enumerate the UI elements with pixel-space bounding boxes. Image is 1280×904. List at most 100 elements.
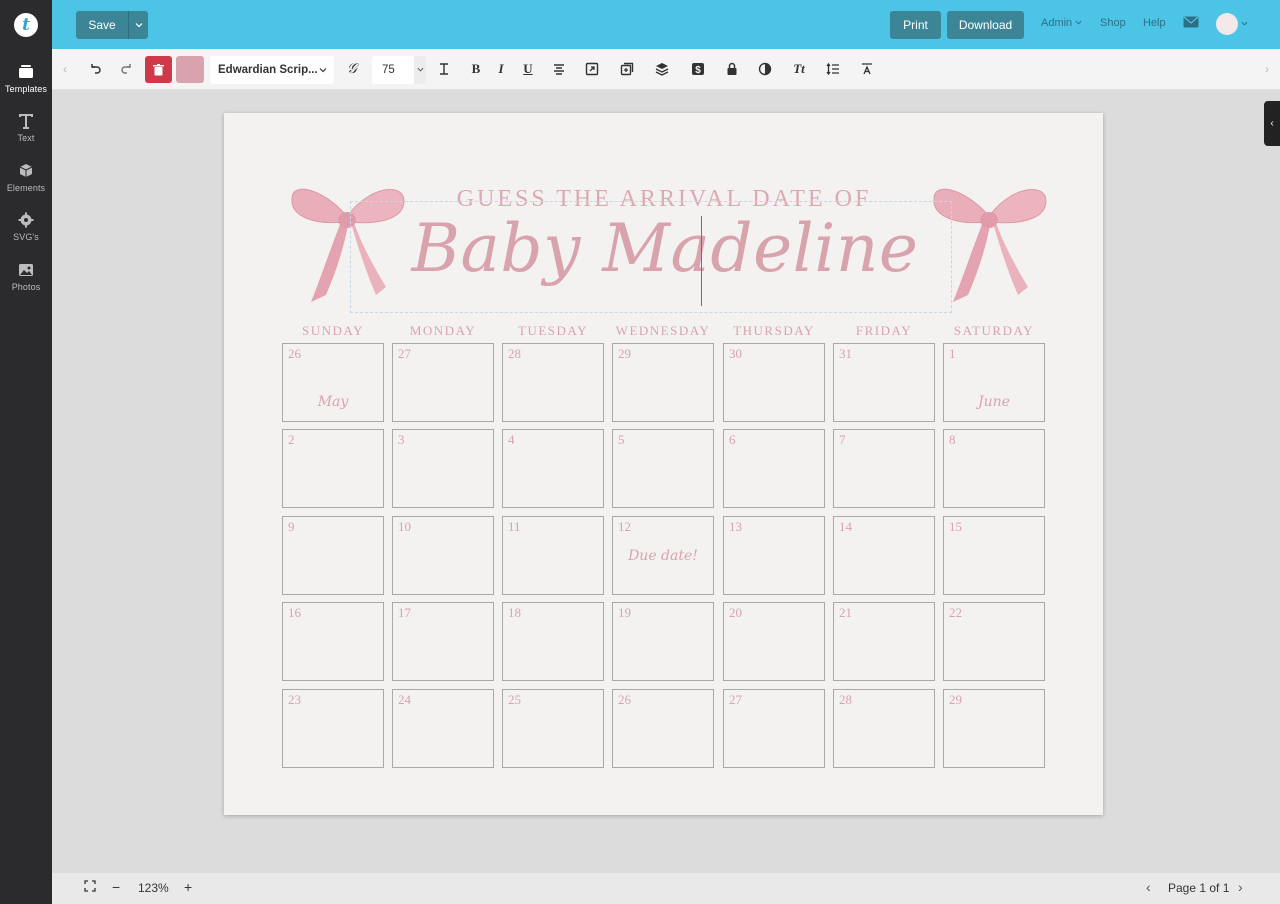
save-button[interactable]: Save (76, 11, 128, 39)
layers-icon[interactable] (653, 60, 671, 78)
sidebar-item-templates[interactable]: Templates (0, 63, 52, 107)
calendar-day-cell[interactable]: 24 (392, 689, 494, 768)
sidebar-item-label: Text (17, 133, 35, 143)
calendar-day-cell[interactable]: 11 (502, 516, 604, 595)
text-transform-button[interactable]: Tt (790, 60, 808, 78)
weekday-header: TUESDAY (518, 323, 588, 338)
redo-icon[interactable] (118, 60, 136, 78)
calendar-day-cell[interactable]: 17 (392, 602, 494, 681)
weekday-header: SATURDAY (953, 323, 1035, 338)
calendar-day-number: 29 (949, 692, 962, 707)
chevron-down-icon (1241, 21, 1248, 26)
admin-menu[interactable]: Admin (1041, 17, 1082, 29)
calendar-day-cell[interactable]: 9 (282, 516, 384, 595)
calendar-day-cell[interactable]: 30 (723, 343, 825, 422)
top-header: Save Print Download Admin Shop Help (52, 0, 1280, 49)
calendar-day-cell[interactable]: 20 (723, 602, 825, 681)
prev-page-button[interactable]: ‹ (1146, 879, 1151, 895)
calendar-day-cell[interactable]: 15 (943, 516, 1045, 595)
zoom-out-button[interactable]: − (112, 879, 120, 895)
calendar-day-cell[interactable]: 12 Due date! (612, 516, 714, 595)
calendar-day-cell[interactable]: 23 (282, 689, 384, 768)
chevron-right-icon[interactable]: › (1258, 60, 1276, 78)
duplicate-icon[interactable] (618, 60, 636, 78)
underline-button[interactable]: U (519, 60, 537, 78)
sidebar-item-photos[interactable]: Photos (0, 261, 52, 305)
font-family-select[interactable]: Edwardian Scrip... (210, 56, 334, 84)
delete-button[interactable] (145, 56, 172, 83)
calendar-day-number: 16 (288, 605, 301, 620)
calendar-day-cell[interactable]: 27 (723, 689, 825, 768)
calendar-day-number: 28 (839, 692, 852, 707)
zoom-in-button[interactable]: + (184, 879, 192, 895)
user-avatar[interactable] (1216, 13, 1248, 35)
calendar-day-cell[interactable]: 26 May (282, 343, 384, 422)
app-logo[interactable]: t (14, 13, 38, 37)
align-center-icon[interactable] (550, 60, 568, 78)
letter-spacing-icon[interactable] (858, 60, 876, 78)
calendar-day-cell[interactable]: 29 (612, 343, 714, 422)
text-color-swatch[interactable] (176, 56, 204, 83)
help-link[interactable]: Help (1143, 17, 1166, 29)
calendar-day-number: 27 (729, 692, 742, 707)
calendar-day-cell[interactable]: 8 (943, 429, 1045, 508)
sidebar-item-text[interactable]: Text (0, 112, 52, 156)
calendar-day-cell[interactable]: 22 (943, 602, 1045, 681)
templates-icon (19, 65, 33, 78)
download-button[interactable]: Download (947, 11, 1024, 39)
calendar-day-cell[interactable]: 28 (502, 343, 604, 422)
calendar-day-cell[interactable]: 5 (612, 429, 714, 508)
calendar-day-number: 7 (839, 432, 846, 447)
calendar-day-cell[interactable]: 21 (833, 602, 935, 681)
fullscreen-icon[interactable] (84, 880, 96, 895)
print-button[interactable]: Print (890, 11, 941, 39)
weekday-header: SUNDAY (302, 323, 364, 338)
next-page-button[interactable]: › (1238, 879, 1243, 895)
opacity-icon[interactable] (756, 60, 774, 78)
calendar-day-number: 6 (729, 432, 736, 447)
calendar-day-cell[interactable]: 4 (502, 429, 604, 508)
chevron-left-icon[interactable]: ‹ (56, 60, 74, 78)
script-font-icon[interactable]: 𝒢 (343, 60, 361, 78)
font-size-dropdown[interactable] (414, 56, 426, 84)
italic-button[interactable]: I (492, 60, 510, 78)
calendar-day-cell[interactable]: 18 (502, 602, 604, 681)
text-height-icon[interactable] (435, 60, 453, 78)
baby-name-text[interactable]: Baby Madeline (380, 210, 950, 287)
calendar-day-cell[interactable]: 3 (392, 429, 494, 508)
weekday-header: WEDNESDAY (615, 323, 711, 338)
resize-icon[interactable] (583, 60, 601, 78)
calendar-day-number: 21 (839, 605, 852, 620)
mail-icon[interactable] (1183, 16, 1199, 31)
sidebar-item-svgs[interactable]: SVG's (0, 211, 52, 255)
calendar-day-number: 3 (398, 432, 405, 447)
calendar-day-cell[interactable]: 29 (943, 689, 1045, 768)
calendar-day-number: 13 (729, 519, 742, 534)
calendar-day-cell[interactable]: 13 (723, 516, 825, 595)
calendar-day-cell[interactable]: 16 (282, 602, 384, 681)
collapse-panel-handle[interactable]: ‹ (1264, 101, 1280, 146)
save-options-button[interactable] (128, 11, 148, 39)
calendar-day-cell[interactable]: 6 (723, 429, 825, 508)
calendar-day-cell[interactable]: 14 (833, 516, 935, 595)
zoom-level: 123% (138, 881, 169, 895)
calendar-day-cell[interactable]: 27 (392, 343, 494, 422)
bold-button[interactable]: B (467, 60, 485, 78)
calendar-day-cell[interactable]: 31 (833, 343, 935, 422)
calendar-day-cell[interactable]: 26 (612, 689, 714, 768)
line-height-icon[interactable] (824, 60, 842, 78)
calendar-day-cell[interactable]: 28 (833, 689, 935, 768)
calendar-day-cell[interactable]: 19 (612, 602, 714, 681)
calendar-day-cell[interactable]: 10 (392, 516, 494, 595)
dollar-icon[interactable]: $ (689, 60, 707, 78)
text-cursor (701, 216, 702, 306)
lock-icon[interactable] (723, 60, 741, 78)
left-sidebar: t Templates Text Elements SVG's Photos (0, 0, 52, 904)
shop-link[interactable]: Shop (1100, 17, 1126, 29)
calendar-day-cell[interactable]: 25 (502, 689, 604, 768)
font-size-input[interactable]: 75 (372, 56, 416, 84)
calendar-day-cell[interactable]: 1 June (943, 343, 1045, 422)
undo-icon[interactable] (86, 60, 104, 78)
calendar-day-cell[interactable]: 7 (833, 429, 935, 508)
calendar-day-cell[interactable]: 2 (282, 429, 384, 508)
